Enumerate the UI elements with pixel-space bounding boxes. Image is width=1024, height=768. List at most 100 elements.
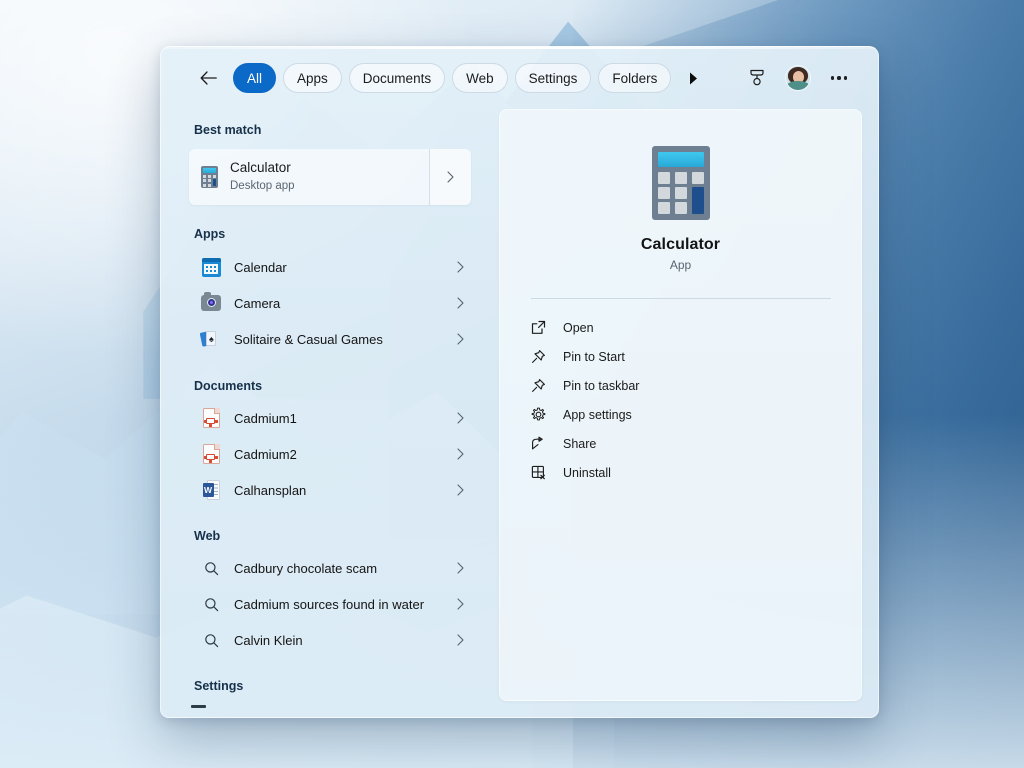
action-label: Share	[563, 436, 597, 451]
clipped-settings-result[interactable]	[191, 705, 206, 708]
result-row-cadmium-sources-found-in-water[interactable]: Cadmium sources found in water	[189, 586, 471, 622]
more-filters-button[interactable]	[683, 66, 703, 90]
action-pin-to-start[interactable]: Pin to Start	[528, 342, 841, 371]
result-row-cadmium1[interactable]: Cadmium1	[189, 400, 471, 436]
section-heading-best-match: Best match	[194, 123, 262, 137]
preview-app-type: App	[669, 258, 692, 272]
result-expand-button[interactable]	[449, 598, 471, 610]
calendar-icon	[201, 257, 221, 277]
search-icon	[201, 630, 221, 650]
chevron-right-icon	[447, 171, 454, 183]
calculator-icon	[201, 166, 218, 188]
document-icon	[201, 408, 221, 428]
action-open[interactable]: Open	[528, 313, 841, 342]
action-label: Uninstall	[563, 465, 611, 480]
result-label: Calvin Klein	[234, 632, 303, 648]
rewards-button[interactable]	[744, 65, 770, 91]
gear-icon	[530, 406, 547, 423]
search-toolbar: All Apps Documents Web Settings Folders	[161, 47, 878, 109]
preview-app-icon	[651, 146, 710, 220]
search-icon	[201, 594, 221, 614]
avatar-body	[787, 81, 809, 90]
result-row-calendar[interactable]: Calendar	[189, 249, 471, 285]
ellipsis-icon	[830, 76, 848, 80]
result-row-calhansplan[interactable]: W Calhansplan	[189, 472, 471, 508]
result-label: Camera	[234, 295, 281, 311]
result-label: Calhansplan	[234, 482, 307, 498]
search-content: Best match Calculator Desktop app Apps C…	[161, 109, 878, 717]
result-row-solitaire[interactable]: ♠ Solitaire & Casual Games	[189, 321, 471, 357]
filter-pill-apps[interactable]: Apps	[283, 63, 342, 93]
chevron-right-icon	[456, 562, 464, 574]
section-heading-documents: Documents	[194, 379, 263, 393]
result-label: Solitaire & Casual Games	[234, 331, 383, 347]
chevron-right-icon	[456, 261, 464, 273]
result-expand-button[interactable]	[449, 562, 471, 574]
word-document-icon: W	[201, 480, 221, 500]
back-arrow-icon	[200, 71, 217, 85]
back-button[interactable]	[193, 63, 223, 93]
solitaire-icon: ♠	[199, 329, 221, 349]
pin-icon	[530, 377, 547, 394]
share-icon	[530, 435, 547, 452]
best-match-result-calculator[interactable]: Calculator Desktop app	[189, 149, 471, 205]
section-heading-web: Web	[194, 529, 221, 543]
documents-result-group: Cadmium1 Cadmium2 W Calhansplan	[161, 400, 499, 508]
result-expand-button[interactable]	[449, 484, 471, 496]
section-heading-settings: Settings	[194, 679, 244, 693]
result-label: Cadmium2	[234, 446, 297, 462]
avatar[interactable]	[786, 66, 810, 90]
preview-action-list: Open Pin to Start Pin to taskbar App set…	[500, 299, 861, 487]
action-pin-to-taskbar[interactable]: Pin to taskbar	[528, 371, 841, 400]
result-row-camera[interactable]: Camera	[189, 285, 471, 321]
calculator-icon	[651, 146, 710, 220]
action-label: Open	[563, 320, 594, 335]
open-external-icon	[530, 319, 547, 336]
filter-pill-documents[interactable]: Documents	[348, 63, 446, 93]
triangle-right-icon	[689, 72, 697, 84]
results-list: Best match Calculator Desktop app Apps C…	[161, 109, 499, 717]
apps-result-group: Calendar Camera ♠ Solitaire & Casual Gam…	[161, 248, 499, 357]
action-label: App settings	[563, 407, 632, 422]
uninstall-icon	[530, 464, 547, 481]
result-expand-button[interactable]	[449, 333, 471, 345]
search-icon	[201, 558, 221, 578]
windows-search-window: All Apps Documents Web Settings Folders	[160, 46, 879, 718]
pin-icon	[530, 348, 547, 365]
chevron-right-icon	[456, 412, 464, 424]
calculator-screen	[657, 152, 704, 167]
result-label: Cadbury chocolate scam	[234, 560, 378, 576]
result-expand-button[interactable]	[449, 448, 471, 460]
action-label: Pin to Start	[563, 349, 625, 364]
result-row-calvin-klein[interactable]: Calvin Klein	[189, 622, 471, 658]
best-match-subtitle: Desktop app	[230, 179, 295, 192]
result-expand-button[interactable]	[449, 261, 471, 273]
filter-pill-settings[interactable]: Settings	[514, 63, 592, 93]
filter-pill-all[interactable]: All	[233, 63, 277, 93]
section-heading-apps: Apps	[194, 227, 226, 241]
best-match-text: Calculator Desktop app	[230, 160, 295, 194]
filter-pills: All Apps Documents Web Settings Folders	[233, 63, 672, 93]
action-app-settings[interactable]: App settings	[528, 400, 841, 429]
action-share[interactable]: Share	[528, 429, 841, 458]
calculator-screen	[203, 168, 216, 173]
result-expand-button[interactable]	[449, 634, 471, 646]
filter-pill-web[interactable]: Web	[452, 63, 508, 93]
action-uninstall[interactable]: Uninstall	[528, 458, 841, 487]
camera-icon	[201, 292, 221, 313]
result-expand-button[interactable]	[449, 297, 471, 309]
result-row-cadmium2[interactable]: Cadmium2	[189, 436, 471, 472]
result-expand-button[interactable]	[449, 412, 471, 424]
document-icon	[201, 444, 221, 464]
overflow-menu-button[interactable]	[826, 65, 852, 91]
preview-app-name: Calculator	[640, 236, 721, 253]
filter-pill-folders[interactable]: Folders	[598, 63, 672, 93]
chevron-right-icon	[456, 333, 464, 345]
chevron-right-icon	[456, 297, 464, 309]
chevron-right-icon	[456, 634, 464, 646]
result-label: Cadmium1	[234, 410, 297, 426]
chevron-right-icon	[456, 598, 464, 610]
rewards-medal-icon	[750, 69, 764, 86]
best-match-expand-button[interactable]	[429, 149, 471, 205]
result-row-cadbury-chocolate-scam[interactable]: Cadbury chocolate scam	[189, 550, 471, 586]
